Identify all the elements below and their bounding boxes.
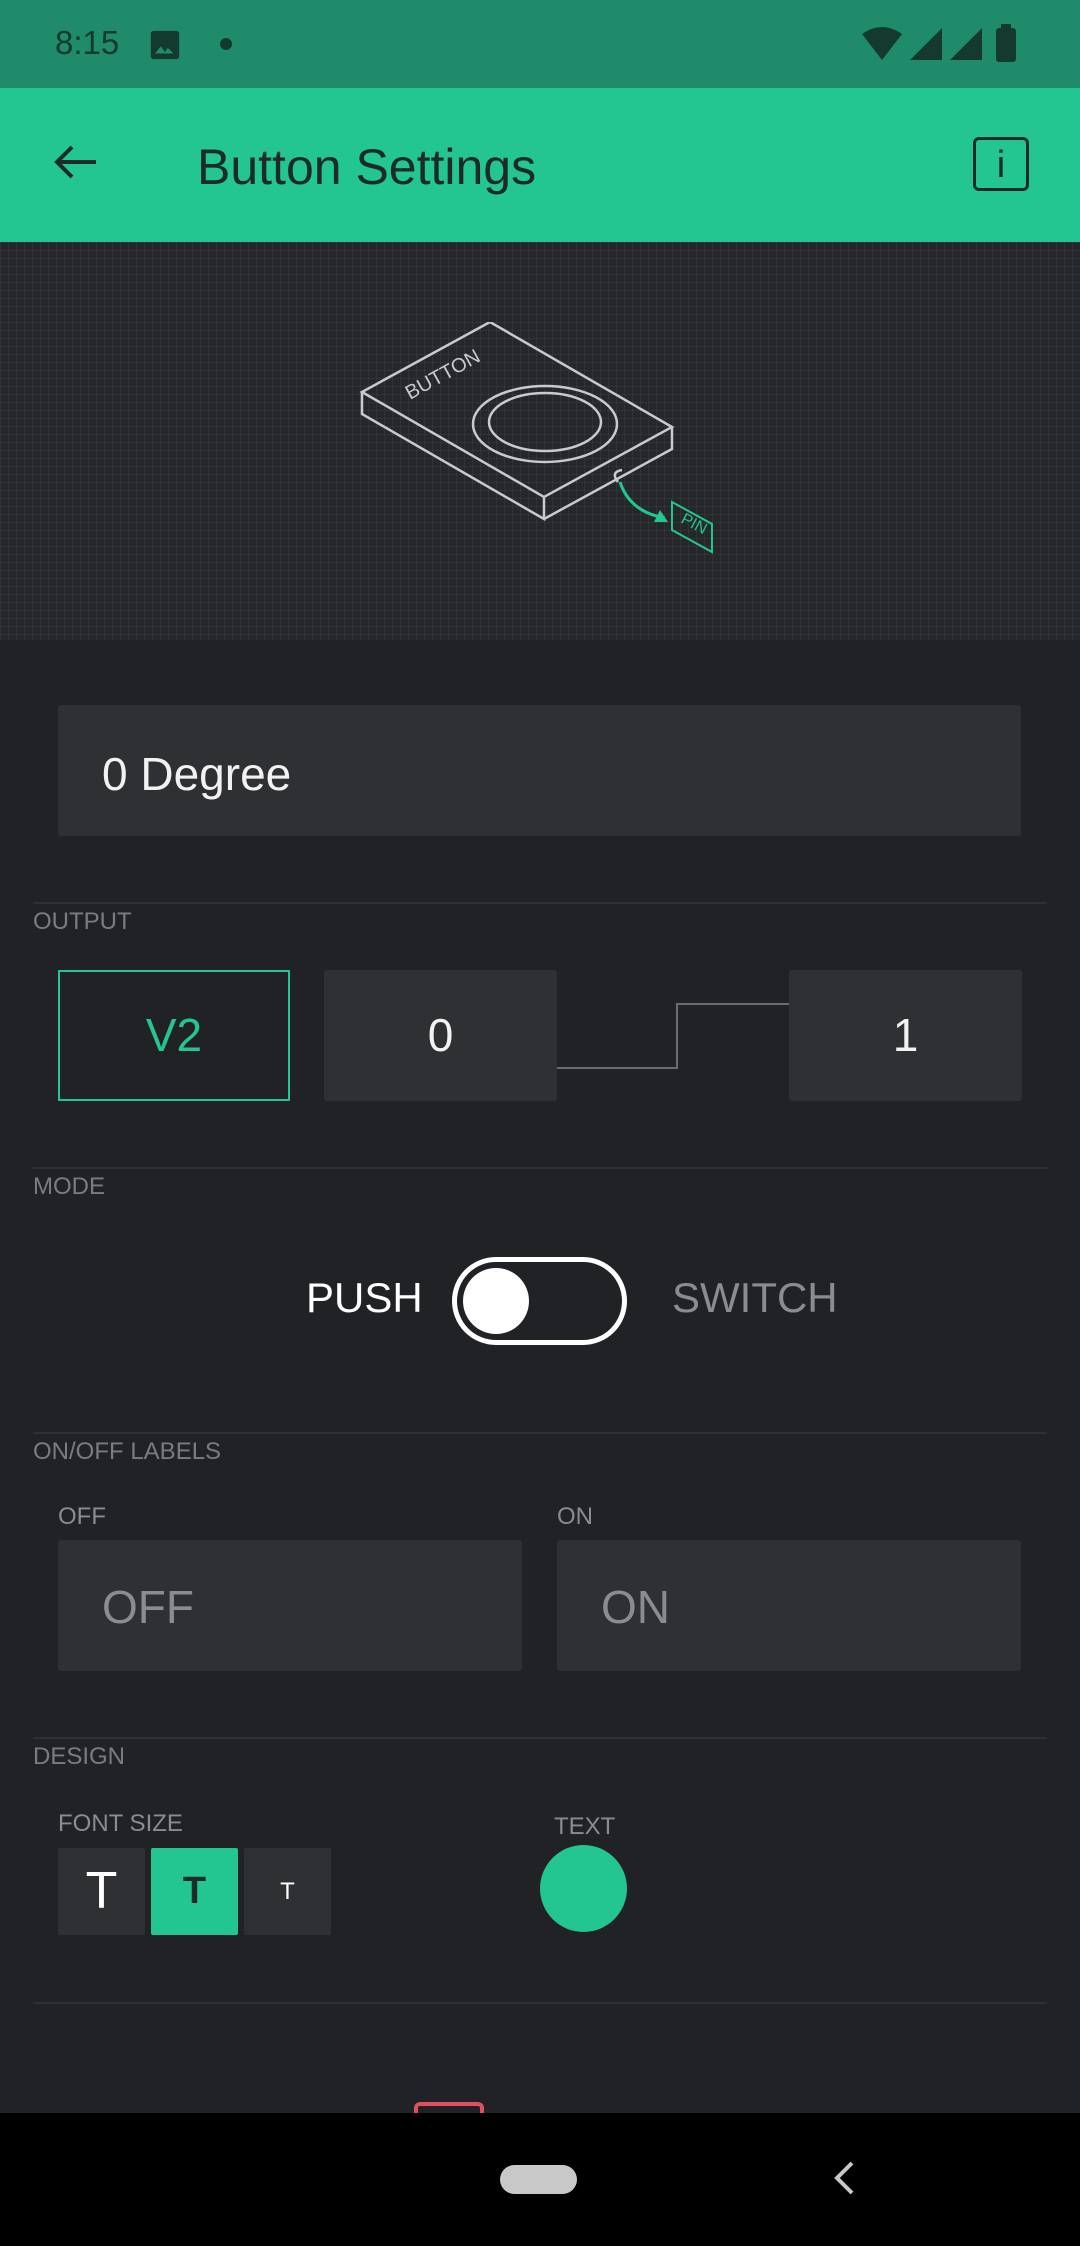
battery-icon [996,24,1016,62]
mode-toggle[interactable] [452,1257,627,1345]
text-color-swatch[interactable] [540,1845,627,1932]
widget-preview: BUTTON PIN [0,242,1080,640]
on-label-placeholder: ON [601,1581,670,1633]
output-high-value[interactable]: 1 [789,970,1022,1101]
button-illustration: BUTTON PIN [359,322,713,554]
app-bar: Button Settings i [0,88,1080,242]
font-size-medium-button[interactable]: T [151,1848,238,1935]
status-time: 8:15 [55,24,120,61]
signal-icon-2 [950,28,982,60]
widget-name-value: 0 Degree [102,748,292,800]
off-label-input[interactable]: OFF [58,1540,522,1671]
off-label-placeholder: OFF [102,1581,194,1633]
back-arrow-icon[interactable] [52,142,100,187]
section-label-onoff: ON/OFF LABELS [33,1438,222,1465]
font-size-small-button[interactable]: T [244,1848,331,1935]
section-label-output: OUTPUT [33,908,132,935]
notification-dot-icon [220,38,232,50]
widget-name-field[interactable]: 0 Degree [58,705,1021,836]
wifi-icon [862,27,902,60]
divider [33,1737,1047,1739]
on-label-caption: ON [557,1503,593,1530]
svg-text:BUTTON: BUTTON [402,345,484,404]
divider [33,902,1047,904]
page-title: Button Settings [197,139,537,195]
image-notification-icon [148,28,182,67]
mode-switch-label: SWITCH [672,1274,838,1321]
section-label-design: DESIGN [33,1743,126,1770]
font-size-large-button[interactable]: T [58,1848,145,1935]
output-low-value[interactable]: 0 [324,970,557,1101]
off-label-caption: OFF [58,1503,106,1530]
text-color-caption: TEXT [554,1813,616,1840]
svg-text:PIN: PIN [678,511,710,539]
signal-icon [910,28,942,60]
section-label-mode: MODE [33,1173,105,1200]
divider [33,1432,1047,1434]
output-range-line [557,1003,789,1069]
toggle-knob [463,1268,529,1334]
info-button[interactable]: i [973,137,1029,191]
divider [33,1167,1047,1169]
status-icons [860,24,1030,69]
mode-push-label: PUSH [306,1274,423,1321]
divider [33,2002,1047,2004]
pin-selector[interactable]: V2 [58,970,290,1101]
home-pill-button[interactable] [500,2165,577,2194]
system-nav-bar [0,2113,1080,2246]
on-label-input[interactable]: ON [557,1540,1021,1671]
status-bar: 8:15 [0,0,1080,88]
nav-back-icon[interactable] [832,2159,856,2202]
font-size-caption: FONT SIZE [58,1810,183,1837]
